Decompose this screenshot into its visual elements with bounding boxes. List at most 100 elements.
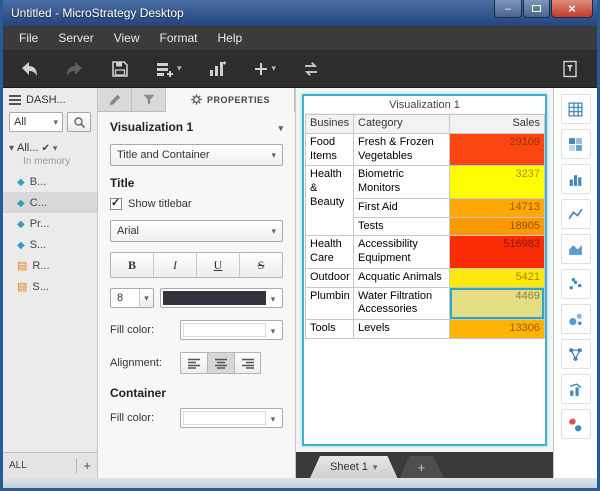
dataset-item[interactable]: C...: [3, 192, 97, 213]
scatter-chart-icon[interactable]: [561, 269, 591, 299]
alignment-label: Alignment:: [110, 357, 180, 369]
align-center-icon: [214, 358, 228, 369]
bold-button[interactable]: B: [111, 253, 154, 277]
business-cell[interactable]: Plumbin: [306, 287, 354, 320]
align-center-button[interactable]: [207, 352, 234, 374]
column-header[interactable]: Sales: [450, 115, 545, 134]
save-button[interactable]: [105, 56, 135, 82]
italic-button[interactable]: I: [154, 253, 197, 277]
properties-panel: PROPERTIES Visualization 1 Title and Con…: [98, 88, 296, 478]
visualization-selector[interactable]: Visualization 1: [110, 120, 283, 134]
font-size-dropdown[interactable]: 8: [110, 288, 154, 308]
chevron-down-icon: [271, 289, 276, 307]
combo-chart-icon[interactable]: [561, 374, 591, 404]
menu-format[interactable]: Format: [149, 27, 207, 49]
minimize-button[interactable]: –: [494, 0, 522, 18]
sales-cell[interactable]: 14713: [450, 198, 545, 217]
insert-element-button[interactable]: ▾: [247, 57, 283, 81]
sales-cell[interactable]: 3237: [450, 166, 545, 199]
search-button[interactable]: [67, 112, 91, 132]
map-icon[interactable]: [561, 409, 591, 439]
business-cell[interactable]: Health & Beauty: [306, 166, 354, 236]
datasets-panel-title: DASH...: [26, 94, 66, 106]
dataset-item[interactable]: Pr...: [3, 213, 97, 234]
refresh-button[interactable]: [296, 56, 326, 82]
scope-dropdown[interactable]: Title and Container: [110, 144, 283, 166]
heatmap-icon[interactable]: [561, 129, 591, 159]
sales-cell[interactable]: 18905: [450, 217, 545, 236]
maximize-button[interactable]: [523, 0, 550, 18]
object-filter-dropdown[interactable]: All: [9, 112, 63, 132]
dataset-item[interactable]: S...: [3, 276, 97, 297]
menu-file[interactable]: File: [9, 27, 48, 49]
font-family-dropdown[interactable]: Arial: [110, 220, 283, 242]
line-chart-icon[interactable]: [561, 199, 591, 229]
business-cell[interactable]: Outdoor: [306, 268, 354, 287]
tab-properties[interactable]: PROPERTIES: [166, 88, 295, 112]
area-chart-icon[interactable]: [561, 234, 591, 264]
chevron-down-icon[interactable]: [53, 142, 58, 154]
category-cell[interactable]: First Aid: [354, 198, 450, 217]
close-button[interactable]: ×: [551, 0, 593, 18]
sales-cell[interactable]: 13306: [450, 320, 545, 339]
column-header[interactable]: Busines: [306, 115, 354, 134]
add-sheet-button[interactable]: +: [399, 456, 443, 478]
grid-icon[interactable]: [561, 94, 591, 124]
business-cell[interactable]: Food Items: [306, 133, 354, 166]
align-left-button[interactable]: [180, 352, 207, 374]
metric-icon: [17, 280, 27, 293]
show-titlebar-checkbox[interactable]: [110, 198, 122, 210]
back-button[interactable]: [13, 56, 45, 82]
category-cell[interactable]: Water Filtration Accessories: [354, 287, 450, 320]
column-header[interactable]: Category: [354, 115, 450, 134]
bubble-chart-icon[interactable]: [561, 304, 591, 334]
insert-visualization-button[interactable]: [202, 56, 233, 82]
dataset-item[interactable]: S...: [3, 234, 97, 255]
panel-footer: ALL +: [3, 452, 97, 478]
sales-cell-selected[interactable]: 4469: [450, 287, 545, 320]
category-cell[interactable]: Fresh & Frozen Vegetables: [354, 133, 450, 166]
panel-menu-icon[interactable]: [9, 95, 21, 105]
menu-view[interactable]: View: [104, 27, 150, 49]
sales-cell[interactable]: 5421: [450, 268, 545, 287]
panel-footer-label[interactable]: ALL: [9, 460, 27, 471]
category-cell[interactable]: Acquatic Animals: [354, 268, 450, 287]
tab-filter[interactable]: [132, 88, 166, 111]
sales-cell[interactable]: 516983: [450, 236, 545, 269]
title-fill-color-dropdown[interactable]: [180, 320, 283, 340]
menu-help[interactable]: Help: [208, 27, 253, 49]
category-cell[interactable]: Tests: [354, 217, 450, 236]
underline-button[interactable]: U: [197, 253, 240, 277]
menu-server[interactable]: Server: [48, 27, 103, 49]
bar-chart-icon[interactable]: [561, 164, 591, 194]
visualization-1[interactable]: Visualization 1 Busines Category Sales F…: [302, 94, 547, 446]
sales-cell[interactable]: 29109: [450, 133, 545, 166]
tab-edit[interactable]: [98, 88, 132, 111]
business-cell[interactable]: Health Care: [306, 236, 354, 269]
dataset-item[interactable]: R...: [3, 255, 97, 276]
filter-panel-button[interactable]: [555, 56, 585, 82]
font-color-dropdown[interactable]: [160, 288, 283, 308]
business-cell[interactable]: Tools: [306, 320, 354, 339]
chevron-down-icon[interactable]: [373, 461, 378, 473]
category-cell[interactable]: Biometric Monitors: [354, 166, 450, 199]
align-right-button[interactable]: [234, 352, 261, 374]
network-icon[interactable]: [561, 339, 591, 369]
dataset-item[interactable]: B...: [3, 171, 97, 192]
forward-button[interactable]: [59, 56, 91, 82]
container-fill-color-dropdown[interactable]: [180, 408, 283, 428]
chevron-down-icon: [271, 225, 276, 237]
grid-row: Plumbin Water Filtration Accessories 446…: [306, 287, 545, 320]
add-panel-button[interactable]: +: [83, 458, 91, 473]
save-icon: [111, 60, 129, 78]
category-cell[interactable]: Accessibility Equipment: [354, 236, 450, 269]
expander-icon[interactable]: [9, 142, 14, 154]
add-data-button[interactable]: ▾: [149, 56, 188, 82]
refresh-icon: [302, 60, 320, 78]
strikethrough-button[interactable]: S: [240, 253, 282, 277]
category-cell[interactable]: Levels: [354, 320, 450, 339]
dataset-root-item[interactable]: All...: [3, 138, 97, 156]
window-frame-bottom: [3, 478, 597, 488]
fill-color-swatch: [183, 411, 266, 425]
tab-sheet-1[interactable]: Sheet 1: [310, 456, 397, 478]
